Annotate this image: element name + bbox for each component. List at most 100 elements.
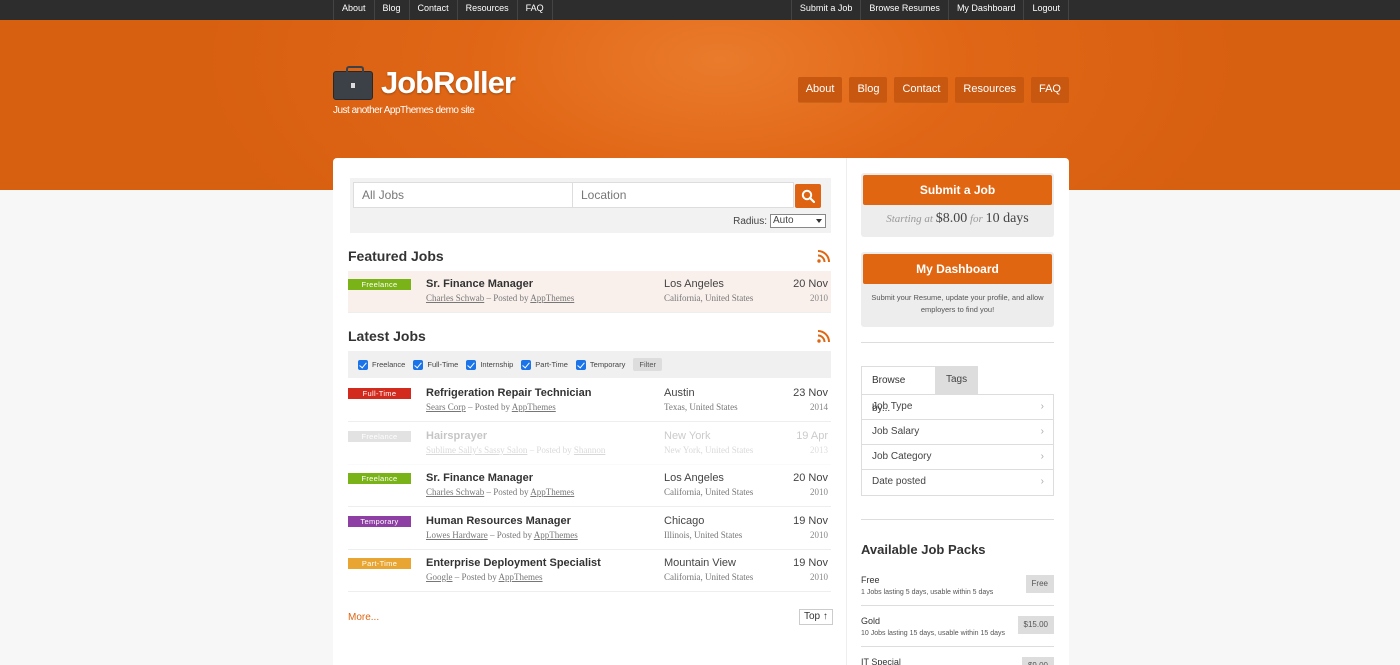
tab-tags[interactable]: Tags: [936, 366, 978, 394]
job-region: California, United States: [664, 293, 754, 303]
browse-item-job-type[interactable]: Job Type ›: [862, 395, 1053, 420]
pack-price-button[interactable]: $9.00: [1021, 657, 1054, 665]
pack-price-button[interactable]: Free: [1025, 575, 1054, 593]
top-link-logout[interactable]: Logout: [1023, 0, 1069, 20]
checkbox-icon[interactable]: [521, 359, 532, 370]
job-meta: Charles Schwab – Posted by AppThemes: [426, 293, 574, 303]
more-jobs-link[interactable]: More...: [348, 612, 379, 623]
job-row[interactable]: Full-Time Refrigeration Repair Technicia…: [348, 380, 831, 422]
company-link[interactable]: Charles Schwab: [426, 487, 484, 497]
pack-price-button[interactable]: $15.00: [1017, 616, 1054, 634]
filter-temporary[interactable]: Temporary: [575, 359, 625, 370]
company-link[interactable]: Charles Schwab: [426, 293, 484, 303]
job-city: Mountain View: [664, 557, 736, 569]
job-date: 19 Nov: [793, 557, 828, 569]
top-link-resources[interactable]: Resources: [456, 0, 517, 20]
chevron-right-icon: ›: [1040, 401, 1044, 412]
search-icon: [801, 189, 815, 203]
browse-item-date-posted[interactable]: Date posted ›: [862, 470, 1053, 495]
checkbox-icon[interactable]: [466, 359, 477, 370]
site-logo[interactable]: JobRoller: [333, 65, 533, 105]
top-link-submit-job[interactable]: Submit a Job: [790, 0, 861, 20]
job-row-expired[interactable]: Freelance Hairsprayer Sublime Sally's Sa…: [348, 423, 831, 465]
top-link-blog[interactable]: Blog: [373, 0, 409, 20]
job-year: 2010: [810, 572, 828, 582]
checkbox-icon[interactable]: [413, 359, 424, 370]
checkbox-icon[interactable]: [358, 359, 368, 370]
job-year: 2010: [810, 487, 828, 497]
browse-item-job-category[interactable]: Job Category ›: [862, 445, 1053, 470]
back-to-top-button[interactable]: Top ↑: [799, 609, 833, 625]
radius-label: Radius:: [733, 215, 767, 227]
job-search: All Jobs Location Radius: Auto: [350, 178, 831, 233]
poster-link[interactable]: AppThemes: [530, 293, 574, 303]
job-year: 2010: [810, 293, 828, 303]
starting-at-label: Starting at: [886, 213, 933, 225]
nav-blog[interactable]: Blog: [849, 77, 888, 102]
job-title[interactable]: Sr. Finance Manager: [426, 472, 533, 484]
checkbox-icon[interactable]: [575, 359, 586, 370]
my-dashboard-button[interactable]: My Dashboard: [863, 254, 1052, 284]
nav-contact[interactable]: Contact: [894, 77, 949, 102]
company-link[interactable]: Lowes Hardware: [426, 530, 488, 540]
tab-browse-by[interactable]: Browse by...: [861, 366, 936, 414]
briefcase-icon: [333, 66, 373, 100]
jobs-search-input[interactable]: All Jobs: [353, 182, 573, 208]
job-title[interactable]: Hairsprayer: [426, 430, 487, 442]
nav-about[interactable]: About: [797, 77, 843, 102]
content-card: All Jobs Location Radius: Auto Featured …: [333, 158, 1069, 665]
job-row[interactable]: Part-Time Enterprise Deployment Speciali…: [348, 550, 831, 592]
top-link-browse-resumes[interactable]: Browse Resumes: [860, 0, 948, 20]
job-pack-item: Free 1 Jobs lasting 5 days, usable withi…: [861, 565, 1054, 606]
radius-select[interactable]: Auto: [770, 214, 826, 228]
poster-link[interactable]: AppThemes: [530, 487, 574, 497]
company-link[interactable]: Sears Corp: [426, 402, 466, 412]
job-meta: Sublime Sally's Sassy Salon – Posted by …: [426, 445, 605, 455]
poster-link[interactable]: AppThemes: [512, 402, 556, 412]
radius-control: Radius: Auto: [733, 214, 826, 228]
chevron-right-icon: ›: [1040, 426, 1044, 437]
job-title[interactable]: Enterprise Deployment Specialist: [426, 557, 601, 569]
filter-internship[interactable]: Internship: [466, 359, 513, 370]
browse-item-label: Job Category: [872, 451, 932, 462]
job-packs-heading: Available Job Packs: [861, 542, 986, 557]
top-link-faq[interactable]: FAQ: [516, 0, 553, 20]
job-row[interactable]: Freelance Sr. Finance Manager Charles Sc…: [348, 465, 831, 507]
top-link-about[interactable]: About: [333, 0, 374, 20]
nav-faq[interactable]: FAQ: [1030, 77, 1069, 102]
job-row[interactable]: Temporary Human Resources Manager Lowes …: [348, 508, 831, 550]
featured-job-row[interactable]: Freelance Sr. Finance Manager Charles Sc…: [348, 271, 831, 313]
top-link-contact[interactable]: Contact: [408, 0, 457, 20]
pack-description: 1 Jobs lasting 5 days, usable within 5 d…: [861, 589, 994, 596]
chevron-right-icon: ›: [1040, 476, 1044, 487]
search-button[interactable]: [795, 184, 821, 208]
job-region: California, United States: [664, 487, 754, 497]
rss-icon[interactable]: [817, 330, 830, 343]
browse-item-label: Date posted: [872, 476, 926, 487]
filter-button[interactable]: Filter: [633, 358, 663, 371]
job-meta: Sears Corp – Posted by AppThemes: [426, 402, 556, 412]
sidebar-divider: [861, 519, 1054, 520]
nav-resources[interactable]: Resources: [955, 77, 1024, 102]
poster-link[interactable]: Shannon: [574, 445, 606, 455]
pack-description: 10 Jobs lasting 15 days, usable within 1…: [861, 630, 1005, 637]
job-title[interactable]: Human Resources Manager: [426, 515, 571, 527]
browse-item-job-salary[interactable]: Job Salary ›: [862, 420, 1053, 445]
filter-part-time[interactable]: Part-Time: [521, 359, 568, 370]
logo-text: JobRoller: [381, 65, 516, 100]
submit-job-button[interactable]: Submit a Job: [863, 175, 1052, 205]
top-link-dashboard[interactable]: My Dashboard: [947, 0, 1024, 20]
job-city: Los Angeles: [664, 278, 724, 290]
job-type-badge: Part-Time: [348, 558, 411, 569]
company-link[interactable]: Google: [426, 572, 453, 582]
job-title[interactable]: Refrigeration Repair Technician: [426, 387, 591, 399]
job-title[interactable]: Sr. Finance Manager: [426, 278, 533, 290]
company-link[interactable]: Sublime Sally's Sassy Salon: [426, 445, 527, 455]
location-input[interactable]: Location: [572, 182, 794, 208]
rss-icon[interactable]: [817, 250, 830, 263]
poster-link[interactable]: AppThemes: [534, 530, 578, 540]
poster-link[interactable]: AppThemes: [499, 572, 543, 582]
job-city: Los Angeles: [664, 472, 724, 484]
filter-full-time[interactable]: Full-Time: [413, 359, 458, 370]
filter-freelance[interactable]: Freelance: [358, 359, 405, 370]
